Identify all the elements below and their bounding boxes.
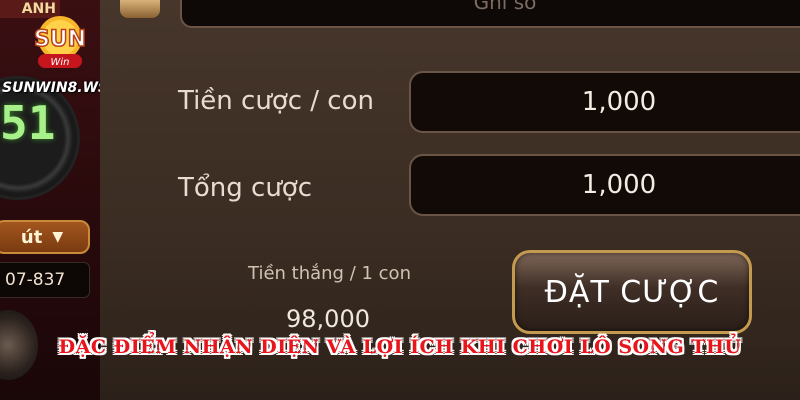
caption-banner: ĐẶC ĐIỂM NHẬN DIỆN VÀ LỢI ÍCH KHI CHƠI L… — [58, 336, 742, 358]
logo-text: SUN — [34, 27, 86, 52]
stake-input[interactable]: 1,000 — [409, 71, 800, 133]
book-icon[interactable] — [120, 0, 160, 18]
number-entry-field[interactable]: Ghi số — [180, 0, 800, 28]
brand-name: SUNWIN8.WS — [2, 80, 100, 96]
logo-sub-text: Win — [50, 57, 69, 68]
side-code-display: 07-837 — [0, 262, 90, 298]
winnings-label: Tiền thắng / 1 con — [248, 263, 411, 284]
side-dropdown-label: út — [20, 226, 43, 248]
stake-label: Tiền cược / con — [178, 86, 374, 116]
clock-number: 51 — [0, 96, 56, 150]
sunwin-logo-icon: SUN Win — [33, 16, 87, 68]
total-bet-label: Tổng cược — [178, 173, 313, 203]
total-bet-field: 1,000 — [409, 154, 800, 216]
caret-down-icon: ▼ — [52, 229, 64, 245]
winnings-value: 98,000 — [286, 305, 370, 333]
side-dropdown[interactable]: út ▼ — [0, 220, 90, 254]
place-bet-button[interactable]: ĐẶT CƯỢC — [512, 250, 752, 334]
